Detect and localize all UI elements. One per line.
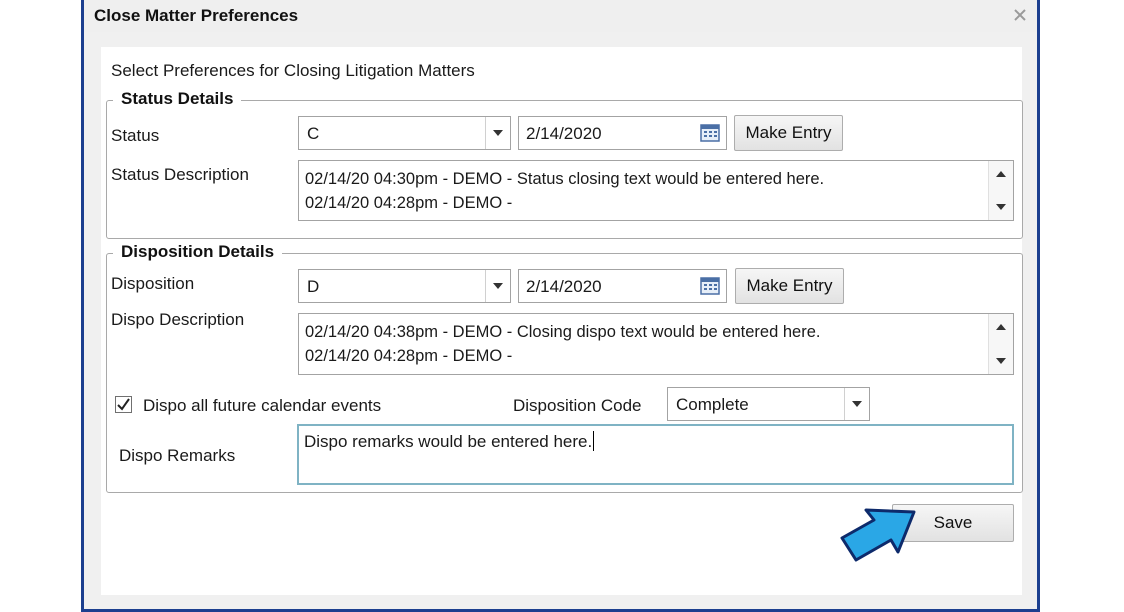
- scroll-down-icon[interactable]: [996, 358, 1006, 364]
- title-bar: Close Matter Preferences: [84, 0, 1037, 32]
- calendar-icon[interactable]: [700, 277, 720, 295]
- status-description-line: 02/14/20 04:30pm - DEMO - Status closing…: [305, 170, 825, 188]
- disposition-code-value: Complete: [676, 395, 749, 414]
- dispo-remarks-label: Dispo Remarks: [119, 446, 236, 465]
- status-description-field[interactable]: 02/14/20 04:30pm - DEMO - Status closing…: [298, 160, 1014, 221]
- disposition-label: Disposition: [111, 274, 195, 293]
- disposition-code-label: Disposition Code: [513, 396, 642, 415]
- close-icon[interactable]: [1012, 7, 1028, 23]
- chevron-down-icon[interactable]: [485, 117, 510, 149]
- disposition-combo[interactable]: D: [298, 269, 511, 303]
- scroll-down-icon[interactable]: [996, 204, 1006, 210]
- text-caret: [593, 431, 595, 451]
- intro-text: Select Preferences for Closing Litigatio…: [111, 61, 475, 80]
- disposition-make-entry-button[interactable]: Make Entry: [735, 268, 844, 304]
- checkmark-icon: [117, 398, 130, 411]
- status-label: Status: [111, 126, 160, 145]
- future-events-label[interactable]: Dispo all future calendar events: [143, 396, 381, 416]
- dispo-description-label: Dispo Description: [111, 310, 245, 329]
- chevron-down-icon[interactable]: [485, 270, 510, 302]
- dispo-description-scrollbar[interactable]: [988, 314, 1013, 374]
- scroll-up-icon[interactable]: [996, 324, 1006, 330]
- status-description-line: 02/14/20 04:28pm - DEMO -: [305, 194, 513, 212]
- status-make-entry-button[interactable]: Make Entry: [734, 115, 843, 151]
- status-description-label: Status Description: [111, 165, 249, 184]
- future-events-checkbox[interactable]: [115, 396, 132, 413]
- dispo-remarks-value: Dispo remarks would be entered here.: [304, 432, 593, 451]
- status-value: C: [307, 124, 320, 143]
- disposition-date-value: 2/14/2020: [526, 277, 602, 296]
- status-details-legend: Status Details: [113, 89, 242, 109]
- status-date-value: 2/14/2020: [526, 124, 602, 143]
- dispo-description-line: 02/14/20 04:28pm - DEMO -: [305, 347, 513, 365]
- dispo-description-line: 02/14/20 04:38pm - DEMO - Closing dispo …: [305, 323, 821, 341]
- window-title: Close Matter Preferences: [94, 6, 299, 25]
- status-date-field[interactable]: 2/14/2020: [518, 116, 727, 150]
- status-combo[interactable]: C: [298, 116, 511, 150]
- chevron-down-icon[interactable]: [844, 388, 869, 420]
- disposition-code-combo[interactable]: Complete: [667, 387, 870, 421]
- disposition-date-field[interactable]: 2/14/2020: [518, 269, 727, 303]
- status-description-scrollbar[interactable]: [988, 161, 1013, 220]
- dispo-description-field[interactable]: 02/14/20 04:38pm - DEMO - Closing dispo …: [298, 313, 1014, 375]
- pointer-arrow-icon: [840, 508, 916, 562]
- dispo-remarks-field[interactable]: Dispo remarks would be entered here.: [297, 424, 1014, 485]
- disposition-details-legend: Disposition Details: [113, 242, 283, 262]
- scroll-up-icon[interactable]: [996, 171, 1006, 177]
- disposition-value: D: [307, 277, 320, 296]
- calendar-icon[interactable]: [700, 124, 720, 142]
